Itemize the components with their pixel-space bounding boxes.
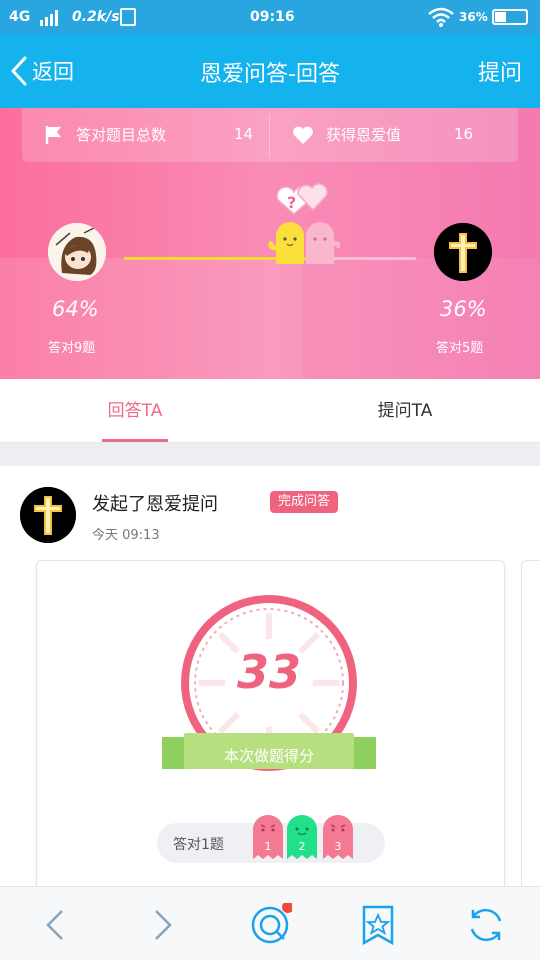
correct-total-label: 答对题目总数 (76, 126, 167, 144)
tab-bar: 回答TA 提问TA (0, 379, 540, 443)
score-value: 33 (236, 645, 301, 699)
score-ribbon-label: 本次做题得分 (223, 747, 314, 765)
bookmark-star-icon[interactable] (356, 903, 400, 947)
signal-icon (40, 10, 62, 26)
back-label: 返回 (32, 60, 74, 84)
forward-arrow-icon[interactable] (140, 903, 184, 947)
ask-button[interactable]: 提问 (478, 55, 522, 87)
couple-score-header: 答对题目总数 14 获得恩爱值 16 ? 64% 答对9题 36% 答对5题 (0, 108, 540, 379)
answer-summary-label: 答对1题 (173, 837, 224, 853)
partner-correct-count: 答对5题 (436, 341, 484, 356)
nav-bar: 返回 恩爱问答-回答 提问 (0, 34, 540, 108)
back-chevron-icon (11, 56, 27, 86)
my-correct-count: 答对9题 (48, 341, 96, 356)
love-value: 16 (454, 125, 474, 143)
answer-1-ghost-icon: 1 (253, 815, 283, 859)
qa-feed: 发起了恩爱提问 完成问答 今天 09:13 33 本次做题得分 答对1题 1 2… (0, 466, 540, 890)
my-percent: 64% (52, 297, 99, 321)
love-value-stat: 获得恩爱值 16 (292, 124, 473, 145)
answer-3-number: 3 (334, 840, 342, 853)
quiz-result-card[interactable]: 33 本次做题得分 答对1题 1 2 3 (36, 560, 505, 890)
qq-chat-icon[interactable] (248, 901, 294, 947)
next-card-peek[interactable] (521, 560, 540, 890)
answer-summary: 答对1题 1 2 3 (157, 815, 385, 863)
tab-answer-ta[interactable]: 回答TA (0, 379, 270, 443)
refresh-icon[interactable] (464, 903, 508, 947)
answer-1-number: 1 (264, 840, 272, 853)
correct-total-stat: 答对题目总数 14 (44, 124, 253, 145)
my-avatar[interactable] (48, 223, 106, 281)
battery-percent: 36% (459, 10, 488, 24)
partner-percent: 36% (440, 297, 487, 321)
back-button[interactable]: 返回 (10, 52, 74, 90)
network-speed: 0.2k/s (72, 9, 120, 25)
clock: 09:16 (250, 9, 295, 25)
couple-mascots-icon: ? (268, 183, 340, 264)
correct-total-value: 14 (234, 125, 254, 143)
wifi-icon (428, 7, 454, 31)
answer-2-ghost-icon: 2 (287, 815, 317, 859)
answer-2-number: 2 (298, 840, 306, 853)
browser-toolbar (0, 886, 540, 960)
tab-ask-ta[interactable]: 提问TA (270, 379, 540, 443)
status-badge: 完成问答 (270, 491, 339, 513)
post-author-avatar[interactable] (20, 487, 76, 543)
back-arrow-icon[interactable] (34, 903, 78, 947)
page-title: 恩爱问答-回答 (200, 62, 340, 87)
status-bar: 4G 0.2k/s 09:16 36% (0, 0, 540, 34)
svg-text:?: ? (287, 193, 296, 212)
stats-bar: 答对题目总数 14 获得恩爱值 16 (22, 108, 518, 162)
love-value-label: 获得恩爱值 (326, 126, 402, 144)
post-timestamp: 今天 09:13 (92, 528, 160, 543)
answer-3-ghost-icon: 3 (323, 815, 353, 859)
flag-icon (45, 125, 61, 144)
score-badge: 33 本次做题得分 (162, 593, 376, 783)
sim-card-icon (120, 8, 136, 26)
battery-icon (492, 9, 528, 25)
active-tab-indicator (102, 439, 168, 442)
heart-icon (293, 126, 313, 144)
partner-avatar[interactable] (434, 223, 492, 281)
network-type: 4G (9, 9, 31, 25)
post-title: 发起了恩爱提问 (92, 494, 218, 515)
